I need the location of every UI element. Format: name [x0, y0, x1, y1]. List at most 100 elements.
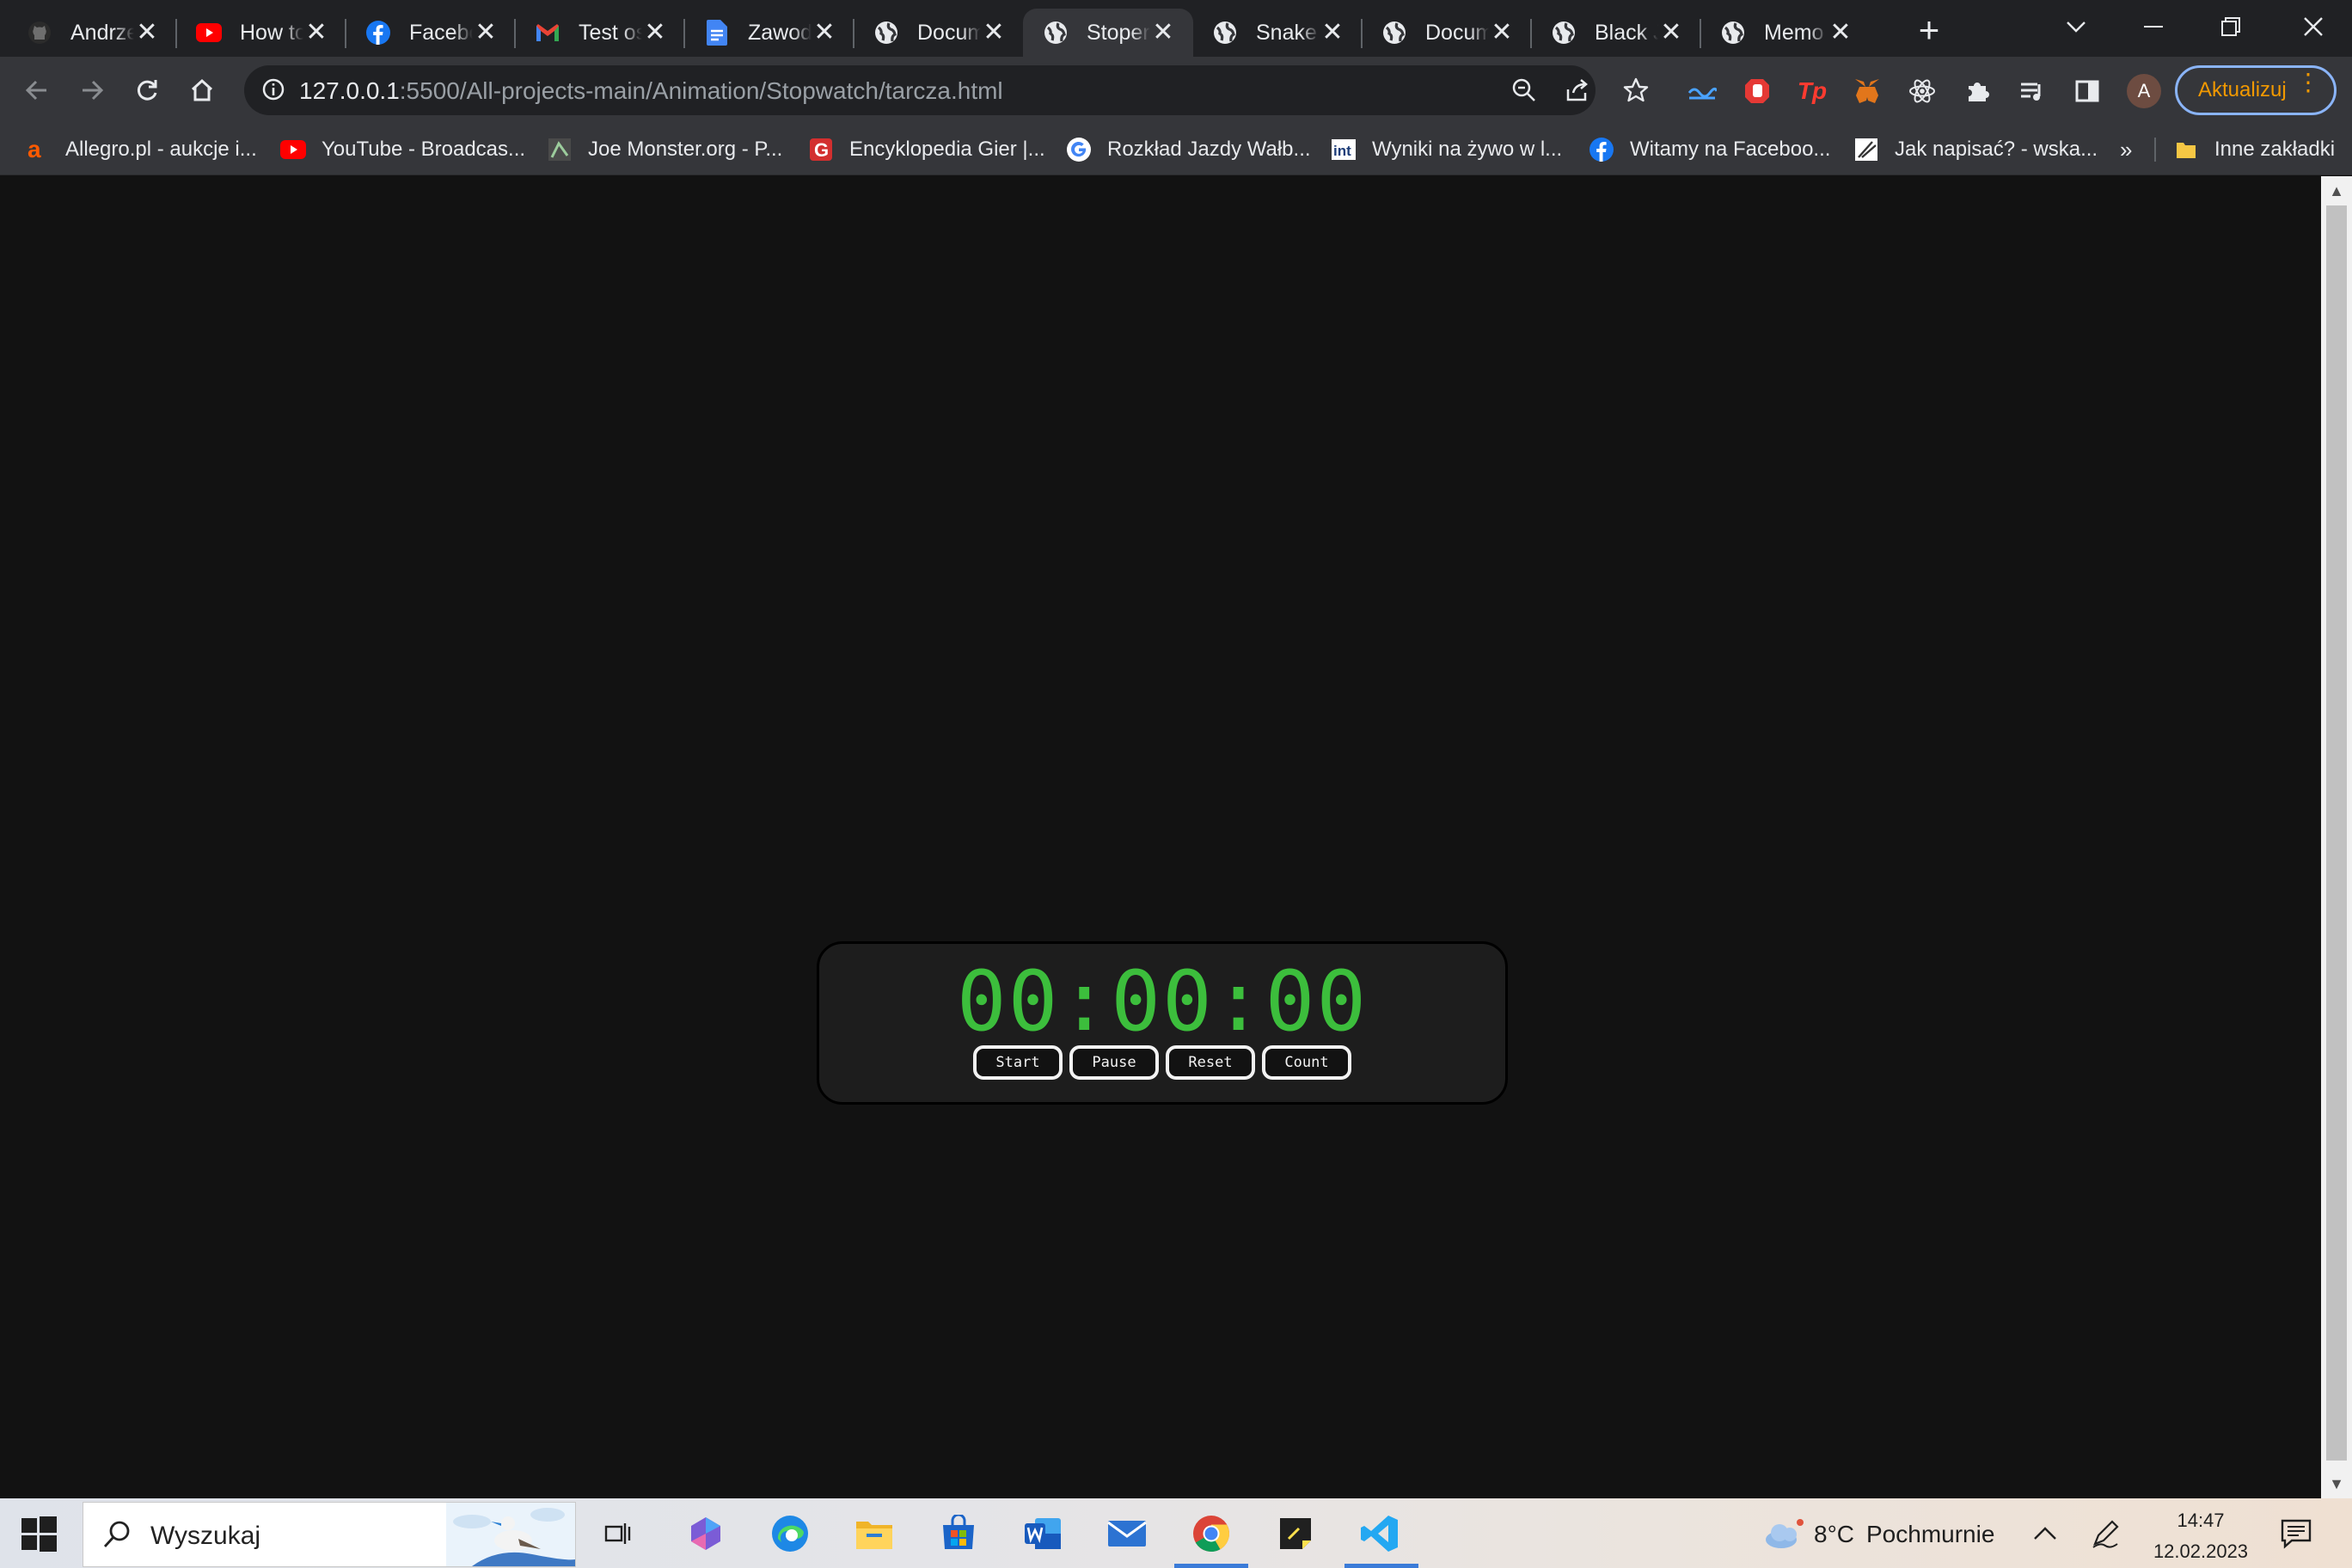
windows-start-icon[interactable] [19, 1514, 58, 1553]
bookmark-label: Witamy na Faceboo... [1630, 138, 1831, 161]
bookmark-item[interactable]: Rozkład Jazdy Wałb... [1066, 132, 1311, 167]
bookmark-item[interactable]: Joe Monster.org - P... [547, 132, 782, 167]
chrome-active-indicator [1174, 1564, 1248, 1568]
bookmarks-bar: a Allegro.pl - aukcje i... YouTube - Broad… [0, 124, 2352, 175]
forward-button[interactable] [72, 70, 112, 110]
scroll-up-arrow-icon[interactable]: ▲ [2321, 178, 2352, 204]
bookmark-item[interactable]: Jak napisać? - wska... [1853, 132, 2098, 167]
notifications-icon[interactable] [2273, 1510, 2319, 1557]
bookmark-item[interactable]: Witamy na Faceboo... [1589, 132, 1830, 167]
word-icon[interactable] [1020, 1510, 1066, 1557]
tab-title: Stoper [1087, 20, 1150, 45]
adblock-hand-icon[interactable] [1740, 74, 1774, 108]
system-clock[interactable]: 14:47 12.02.2023 [2141, 1505, 2261, 1567]
tab-close-icon[interactable]: ✕ [134, 20, 160, 46]
mail-icon[interactable] [1104, 1510, 1150, 1557]
tab-1[interactable]: Andrzej✕ [7, 9, 177, 57]
tab-close-icon[interactable]: ✕ [642, 20, 668, 46]
bookmark-star-button[interactable] [1616, 70, 1656, 110]
bookmark-item[interactable]: int Wyniki na żywo w l... [1331, 132, 1562, 167]
tab-close-icon[interactable]: ✕ [1320, 20, 1345, 46]
show-hidden-icons-chevron-up-icon[interactable] [2022, 1510, 2068, 1557]
bookmark-label: Joe Monster.org - P... [588, 138, 783, 161]
tab-close-icon[interactable]: ✕ [303, 20, 329, 46]
metamask-fox-icon[interactable] [1850, 74, 1884, 108]
tab-title: Facebook [409, 20, 473, 45]
scrollbar-thumb[interactable] [2326, 205, 2347, 1461]
scroll-down-arrow-icon[interactable]: ▼ [2321, 1471, 2352, 1497]
github-icon [26, 19, 53, 46]
reload-button[interactable] [127, 70, 167, 110]
tab-close-icon[interactable]: ✕ [1150, 20, 1176, 46]
zoom-icon[interactable] [1511, 77, 1537, 103]
facebook-icon [364, 19, 392, 46]
tab-11[interactable]: Memo ✕ [1700, 9, 1871, 57]
bookmark-item[interactable]: a Allegro.pl - aukcje i... [24, 132, 257, 167]
bookmark-item[interactable]: YouTube - Broadcas... [280, 132, 525, 167]
tab-9[interactable]: Docum ✕ [1362, 9, 1532, 57]
tab-7[interactable]: Stoper ✕ [1023, 9, 1193, 57]
share-icon[interactable] [1565, 77, 1590, 103]
sticky-notes-icon[interactable] [1272, 1510, 1319, 1557]
tab-6[interactable]: Docum ✕ [854, 9, 1024, 57]
new-tab-button[interactable]: + [1910, 12, 1948, 50]
info-icon[interactable] [261, 77, 285, 101]
tab-5[interactable]: Zawody✕ [684, 9, 854, 57]
extensions-puzzle-icon[interactable] [1960, 74, 1994, 108]
tab-title: Snake [1256, 20, 1317, 45]
minimize-button[interactable] [2115, 0, 2192, 53]
menu-kebab-icon[interactable]: ⋮ [2296, 70, 2320, 95]
reload-icon [137, 80, 157, 101]
arrow-left-icon [25, 80, 46, 101]
browser-toolbar: 127.0.0.1:5500/All-projects-main/Animati… [0, 57, 2352, 124]
vscode-icon[interactable] [1357, 1510, 1403, 1557]
task-view-icon[interactable] [595, 1510, 641, 1557]
tab-search-icon[interactable] [2037, 0, 2115, 53]
tab-2[interactable]: How to ✕ [176, 9, 346, 57]
tab-close-icon[interactable]: ✕ [1489, 20, 1515, 46]
tab-close-icon[interactable]: ✕ [473, 20, 499, 46]
tab-4[interactable]: Test os ✕ [515, 9, 685, 57]
close-window-button[interactable] [2275, 0, 2352, 53]
search-icon [103, 1521, 130, 1547]
file-explorer-icon[interactable] [851, 1510, 897, 1557]
copilot-icon[interactable] [683, 1510, 729, 1557]
microsoft-store-icon[interactable] [935, 1510, 982, 1557]
pause-button[interactable]: Pause [1069, 1045, 1159, 1080]
vertical-scrollbar[interactable]: ▲ ▼ [2321, 176, 2352, 1498]
start-button[interactable]: Start [973, 1045, 1063, 1080]
other-bookmarks-folder[interactable]: Inne zakładki [2173, 132, 2335, 167]
bookmark-item[interactable]: G Encyklopedia Gier |... [808, 132, 1045, 167]
search-highlight-bird-art-icon [446, 1503, 575, 1566]
tab-close-icon[interactable]: ✕ [1658, 20, 1684, 46]
side-panel-icon[interactable] [2070, 74, 2104, 108]
weather-widget[interactable]: 8°C Pochmurnie [1762, 1517, 1994, 1552]
tab-10[interactable]: Black J ✕ [1531, 9, 1701, 57]
tab-title: Andrzej [70, 20, 134, 45]
count-button[interactable]: Count [1262, 1045, 1351, 1080]
profile-avatar[interactable]: A [2127, 74, 2161, 108]
bookmark-label: Allegro.pl - aukcje i... [65, 138, 257, 161]
media-queue-icon[interactable] [2015, 74, 2049, 108]
pen-ink-icon[interactable] [2082, 1510, 2128, 1557]
tab-close-icon[interactable]: ✕ [1828, 20, 1853, 46]
taskbar-search-box[interactable]: Wyszukaj [83, 1502, 576, 1567]
chrome-icon[interactable] [1188, 1510, 1234, 1557]
tab-3[interactable]: Facebook✕ [346, 9, 516, 57]
address-bar[interactable]: 127.0.0.1:5500/All-projects-main/Animati… [244, 65, 1596, 115]
extension-wave-icon[interactable] [1685, 74, 1719, 108]
edge-browser-icon[interactable] [767, 1510, 813, 1557]
restore-button[interactable] [2192, 0, 2269, 53]
tp-extension-icon[interactable]: Tp [1795, 74, 1829, 108]
tab-close-icon[interactable]: ✕ [981, 20, 1007, 46]
back-button[interactable] [17, 70, 57, 110]
url-text[interactable]: 127.0.0.1:5500/All-projects-main/Animati… [299, 77, 1003, 105]
tab-close-icon[interactable]: ✕ [812, 20, 837, 46]
home-button[interactable] [182, 70, 222, 110]
bookmarks-overflow-button[interactable]: » [2120, 132, 2132, 167]
reset-button[interactable]: Reset [1166, 1045, 1255, 1080]
update-button[interactable]: Aktualizuj ⋮ [2175, 65, 2337, 115]
react-atom-icon[interactable] [1905, 74, 1939, 108]
bookmark-label: YouTube - Broadcas... [322, 138, 526, 161]
tab-8[interactable]: Snake ✕ [1192, 9, 1363, 57]
